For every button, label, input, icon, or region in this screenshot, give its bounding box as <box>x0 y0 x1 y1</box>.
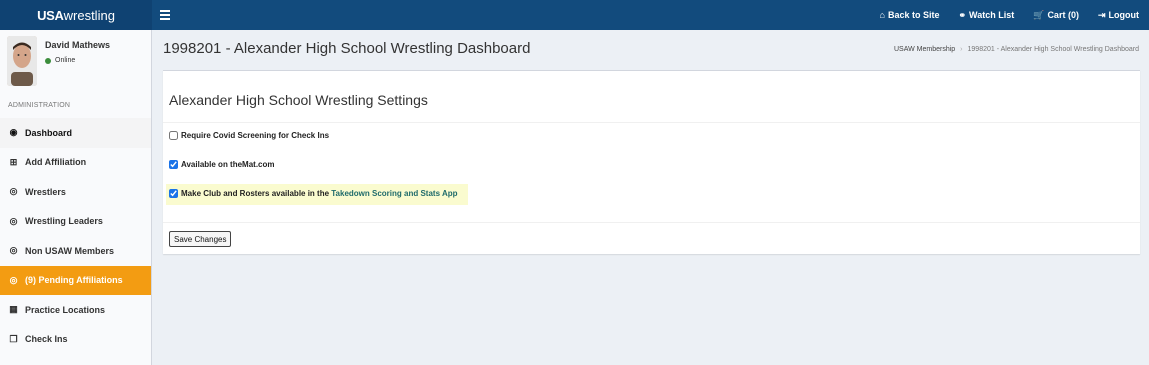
covid-screening-label: Require Covid Screening for Check Ins <box>181 131 330 140</box>
sidebar-item-non-usaw-members[interactable]: ◎ Non USAW Members <box>0 236 151 266</box>
sidebar-item-label: Non USAW Members <box>25 245 115 256</box>
sidebar: David Mathews Online ADMINISTRATION ◉ Da… <box>0 30 152 365</box>
sidebar-item-add-affiliation[interactable]: ⊞ Add Affiliation <box>0 148 151 178</box>
logout-label: Logout <box>1108 10 1140 20</box>
user-circle-icon: ◎ <box>9 274 18 285</box>
takedown-app-prefix: Make Club and Rosters available in the <box>181 189 332 198</box>
building-icon: ▦ <box>9 304 18 315</box>
avatar <box>7 36 37 86</box>
logo[interactable]: USA wrestling <box>0 0 152 30</box>
home-icon: ⌂ <box>879 10 885 20</box>
back-to-site-link[interactable]: ⌂ Back to Site <box>880 10 940 20</box>
settings-box: Alexander High School Wrestling Settings… <box>163 70 1140 254</box>
divider <box>163 122 1140 123</box>
page-title: 1998201 - Alexander High School Wrestlin… <box>163 40 531 57</box>
cart-link[interactable]: 🛒 Cart (0) <box>1033 10 1079 21</box>
takedown-app-label: Make Club and Rosters available in the T… <box>181 189 458 198</box>
covid-screening-option[interactable]: Require Covid Screening for Check Ins <box>169 131 329 140</box>
thematt-option[interactable]: Available on theMat.com <box>169 160 275 169</box>
sidebar-menu: ◉ Dashboard ⊞ Add Affiliation ◎ Wrestler… <box>0 118 151 354</box>
watch-list-link[interactable]: ⚭ Watch List <box>959 10 1015 21</box>
divider <box>163 222 1140 223</box>
logo-bold: USA <box>37 7 64 23</box>
save-changes-button[interactable]: Save Changes <box>169 231 232 247</box>
thematt-checkbox[interactable] <box>169 160 178 169</box>
top-navbar: USA wrestling ⌂ Back to Site ⚭ Watch List… <box>0 0 1149 30</box>
breadcrumb: USAW Membership › 1998201 - Alexander Hi… <box>894 46 1139 53</box>
covid-screening-checkbox[interactable] <box>169 131 178 140</box>
sidebar-item-practice-locations[interactable]: ▦ Practice Locations <box>0 295 151 325</box>
user-status: Online <box>45 57 75 64</box>
sidebar-item-label: (9) Pending Affiliations <box>25 275 123 286</box>
binoculars-icon: ⚭ <box>958 9 967 20</box>
dashboard-icon: ◉ <box>9 127 18 138</box>
breadcrumb-current: 1998201 - Alexander High School Wrestlin… <box>967 46 1139 53</box>
takedown-app-link[interactable]: Takedown Scoring and Stats App <box>331 189 457 198</box>
sidebar-item-label: Wrestlers <box>25 186 66 197</box>
sidebar-item-dashboard[interactable]: ◉ Dashboard <box>0 118 151 148</box>
logout-icon: ⇥ <box>1097 9 1106 20</box>
user-circle-icon: ◎ <box>9 215 18 226</box>
plus-square-icon: ⊞ <box>9 156 18 167</box>
breadcrumb-separator-icon: › <box>960 46 963 53</box>
thematt-label: Available on theMat.com <box>181 160 275 169</box>
watch-list-label: Watch List <box>969 10 1015 20</box>
sidebar-item-label: Wrestling Leaders <box>25 216 103 227</box>
sidebar-item-check-ins[interactable]: ❐ Check Ins <box>0 325 151 355</box>
logo-rest: wrestling <box>63 7 115 23</box>
cart-icon: 🛒 <box>1033 9 1045 20</box>
sidebar-item-label: Add Affiliation <box>25 157 87 168</box>
back-to-site-label: Back to Site <box>887 10 940 20</box>
cart-label: Cart (0) <box>1047 10 1079 20</box>
sidebar-section-header: ADMINISTRATION <box>8 102 71 109</box>
sidebar-item-label: Check Ins <box>25 334 68 345</box>
sidebar-item-pending-affiliations[interactable]: ◎ (9) Pending Affiliations <box>0 265 151 295</box>
sidebar-item-wrestling-leaders[interactable]: ◎ Wrestling Leaders <box>0 207 151 237</box>
user-status-label: Online <box>55 57 76 64</box>
top-nav-links: ⌂ Back to Site ⚭ Watch List 🛒 Cart (0) ⇥… <box>880 0 1139 30</box>
takedown-app-option[interactable]: Make Club and Rosters available in the T… <box>166 184 468 205</box>
copy-icon: ❐ <box>9 333 18 344</box>
user-circle-icon: ◎ <box>9 186 18 197</box>
user-circle-icon: ◎ <box>9 245 18 256</box>
breadcrumb-membership-link[interactable]: USAW Membership <box>894 46 955 53</box>
sidebar-item-wrestlers[interactable]: ◎ Wrestlers <box>0 177 151 207</box>
online-dot-icon <box>45 57 51 64</box>
takedown-app-checkbox[interactable] <box>169 189 178 198</box>
settings-title: Alexander High School Wrestling Settings <box>169 92 428 108</box>
user-name: David Mathews <box>45 40 111 50</box>
sidebar-item-label: Practice Locations <box>25 304 106 315</box>
menu-toggle-icon[interactable] <box>160 8 170 22</box>
logout-link[interactable]: ⇥ Logout <box>1098 10 1139 21</box>
sidebar-item-label: Dashboard <box>25 127 73 138</box>
